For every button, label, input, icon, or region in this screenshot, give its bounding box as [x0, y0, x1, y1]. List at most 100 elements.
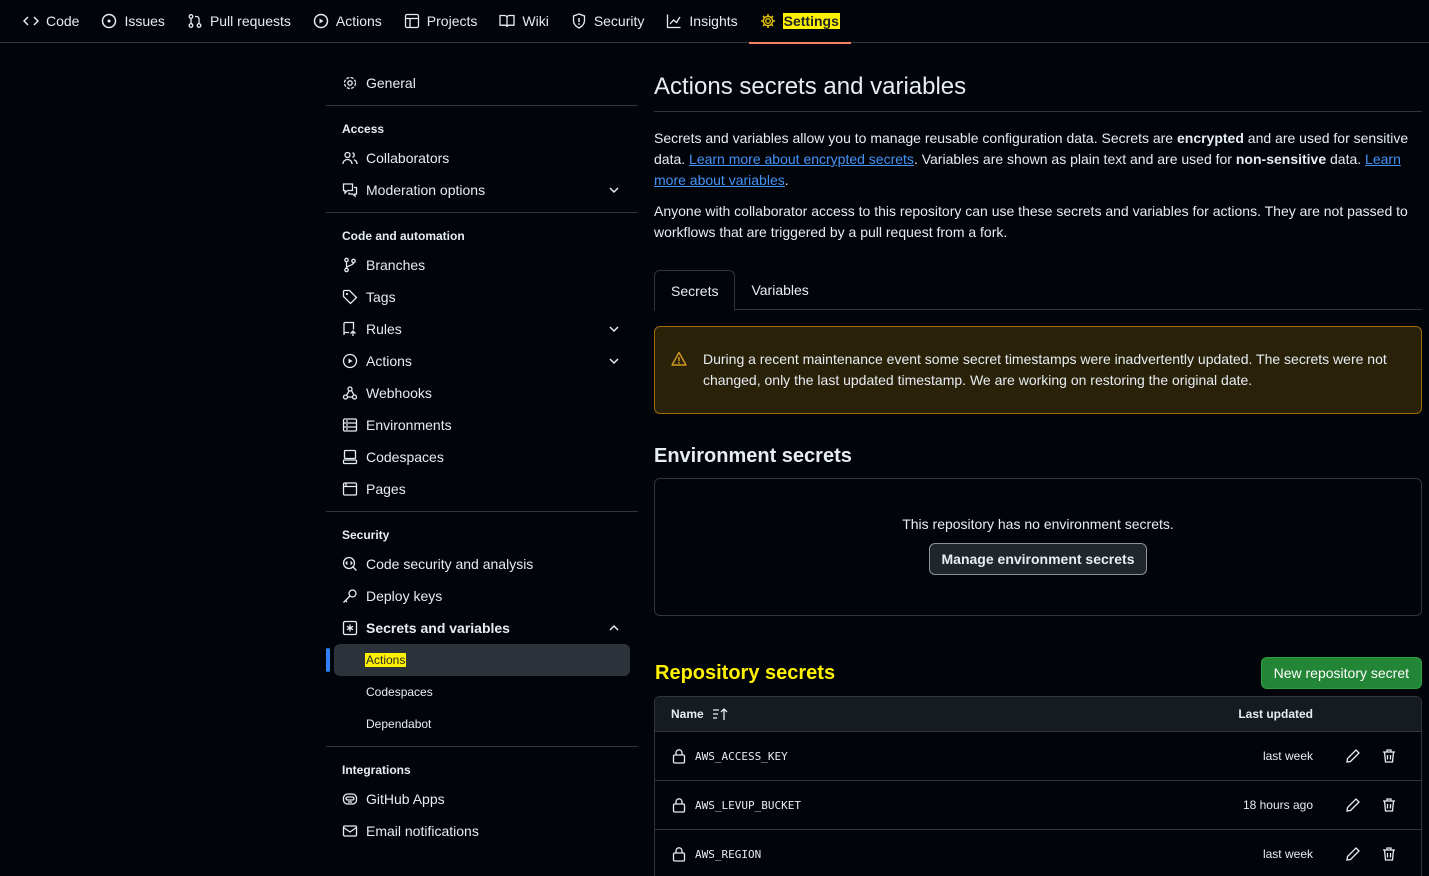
tab-variables[interactable]: Variables — [735, 270, 824, 310]
sidebar-subitem-label: Dependabot — [366, 717, 432, 731]
sidebar-item-general[interactable]: General — [326, 67, 638, 99]
tab-code[interactable]: Code — [12, 0, 90, 43]
tab-secrets[interactable]: Secrets — [654, 270, 736, 311]
chevron-up-icon[interactable] — [607, 621, 621, 635]
sidebar-item-label: Tags — [366, 289, 396, 305]
gear-icon — [760, 14, 775, 28]
mail-icon — [342, 825, 358, 837]
key-asterisk-icon — [342, 620, 358, 636]
codescan-icon — [342, 556, 357, 571]
tab-insights[interactable]: Insights — [655, 0, 748, 43]
tab-wiki[interactable]: Wiki — [488, 0, 559, 43]
trash-icon[interactable] — [1381, 748, 1397, 764]
sidebar-heading-security: Security — [342, 528, 390, 542]
sidebar-item-moderation[interactable]: Moderation options — [326, 174, 638, 206]
sidebar-item-webhooks[interactable]: Webhooks — [326, 377, 638, 409]
codespaces-icon — [342, 449, 358, 465]
divider — [326, 105, 638, 106]
tab-settings[interactable]: Settings — [748, 0, 852, 44]
comment-discussion-icon — [342, 183, 358, 198]
trash-icon[interactable] — [1381, 846, 1397, 862]
table-row: AWS_ACCESS_KEY last week — [655, 732, 1421, 781]
pencil-icon[interactable] — [1345, 748, 1361, 764]
page-title: Actions secrets and variables — [654, 60, 1422, 112]
intro-paragraph: Secrets and variables allow you to manag… — [654, 128, 1422, 191]
tag-icon — [342, 289, 358, 305]
tab-label: Wiki — [522, 13, 549, 29]
row-actions — [1345, 797, 1397, 813]
intro-bold: non-sensitive — [1235, 151, 1327, 167]
sidebar-item-pages[interactable]: Pages — [326, 473, 638, 505]
tab-label: Security — [593, 13, 645, 29]
gear-icon — [343, 76, 357, 90]
tab-pull-requests[interactable]: Pull requests — [176, 0, 302, 43]
sidebar-item-branches[interactable]: Branches — [326, 249, 638, 281]
sidebar-item-label: Actions — [366, 353, 412, 369]
tab-label: Actions — [335, 13, 382, 29]
table-icon — [404, 13, 419, 29]
manage-environment-secrets-button[interactable]: Manage environment secrets — [928, 543, 1148, 575]
divider — [326, 746, 638, 747]
sidebar-subitem-dependabot[interactable]: Dependabot — [326, 708, 638, 740]
sort-ascending-icon[interactable] — [712, 706, 728, 722]
maintenance-warning: During a recent maintenance event some s… — [654, 326, 1422, 414]
sidebar-item-rules[interactable]: Rules — [326, 313, 638, 345]
column-name: Name — [671, 707, 704, 721]
secret-name: AWS_ACCESS_KEY — [695, 749, 788, 763]
row-actions — [1345, 748, 1397, 764]
repository-secrets-header: Repository secrets New repository secret — [654, 656, 1422, 690]
heading-text: Repository secrets — [655, 661, 836, 684]
shield-icon — [572, 13, 585, 29]
sidebar-item-tags[interactable]: Tags — [326, 281, 638, 313]
repo-push-icon — [343, 321, 356, 336]
sidebar-item-actions[interactable]: Actions — [326, 345, 638, 377]
alert-icon — [671, 351, 687, 366]
pull-request-icon — [188, 14, 202, 28]
sidebar-item-label: Rules — [366, 321, 402, 337]
secret-updated: last week — [1262, 749, 1313, 763]
sidebar-item-secrets-variables[interactable]: Secrets and variables — [326, 612, 638, 644]
sidebar-item-codespaces[interactable]: Codespaces — [326, 441, 638, 473]
key-icon — [343, 589, 357, 603]
sidebar-item-email-notifications[interactable]: Email notifications — [326, 815, 638, 847]
new-repository-secret-button[interactable]: New repository secret — [1260, 657, 1422, 689]
empty-message: This repository has no environment secre… — [902, 516, 1174, 532]
lock-icon — [672, 798, 686, 813]
sidebar-item-label: Environments — [366, 417, 452, 433]
sidebar-item-label: Moderation options — [366, 182, 486, 198]
people-icon — [342, 151, 358, 165]
tab-actions[interactable]: Actions — [302, 0, 393, 43]
pencil-icon[interactable] — [1345, 846, 1361, 862]
intro-bold: encrypted — [1176, 130, 1244, 146]
sidebar-item-github-apps[interactable]: GitHub Apps — [326, 783, 638, 815]
sidebar-item-deploy-keys[interactable]: Deploy keys — [326, 580, 638, 612]
sidebar-item-label: Secrets and variables — [366, 620, 510, 636]
pencil-icon[interactable] — [1345, 797, 1361, 813]
chevron-down-icon[interactable] — [607, 183, 621, 197]
environment-secrets-empty: This repository has no environment secre… — [654, 478, 1422, 616]
chevron-down-icon[interactable] — [607, 322, 621, 336]
secret-name: AWS_LEVUP_BUCKET — [695, 798, 801, 812]
sidebar-item-environments[interactable]: Environments — [326, 409, 638, 441]
trash-icon[interactable] — [1381, 797, 1397, 813]
collaborator-note: Anyone with collaborator access to this … — [654, 203, 1408, 240]
webhook-icon — [342, 386, 358, 400]
sidebar-item-label: GitHub Apps — [366, 791, 445, 807]
sidebar-item-label: Pages — [366, 481, 406, 497]
sidebar-heading-code-automation: Code and automation — [342, 229, 465, 243]
warning-text: During a recent maintenance event some s… — [703, 351, 1387, 388]
tab-label: Pull requests — [209, 13, 291, 29]
learn-encrypted-secrets-link[interactable]: Learn more about encrypted secrets — [689, 151, 914, 167]
tab-issues[interactable]: Issues — [90, 0, 175, 43]
play-icon — [342, 353, 358, 369]
play-icon — [313, 13, 329, 29]
sidebar-item-collaborators[interactable]: Collaborators — [326, 142, 638, 174]
sidebar-subitem-codespaces[interactable]: Codespaces — [326, 676, 638, 708]
sidebar-subitem-actions[interactable]: Actions — [326, 644, 630, 676]
tab-security[interactable]: Security — [560, 0, 656, 43]
sidebar-subitem-label: Codespaces — [366, 685, 433, 699]
book-icon — [499, 14, 516, 28]
sidebar-item-code-security[interactable]: Code security and analysis — [326, 548, 638, 580]
tab-projects[interactable]: Projects — [393, 0, 489, 43]
chevron-down-icon[interactable] — [607, 354, 621, 368]
